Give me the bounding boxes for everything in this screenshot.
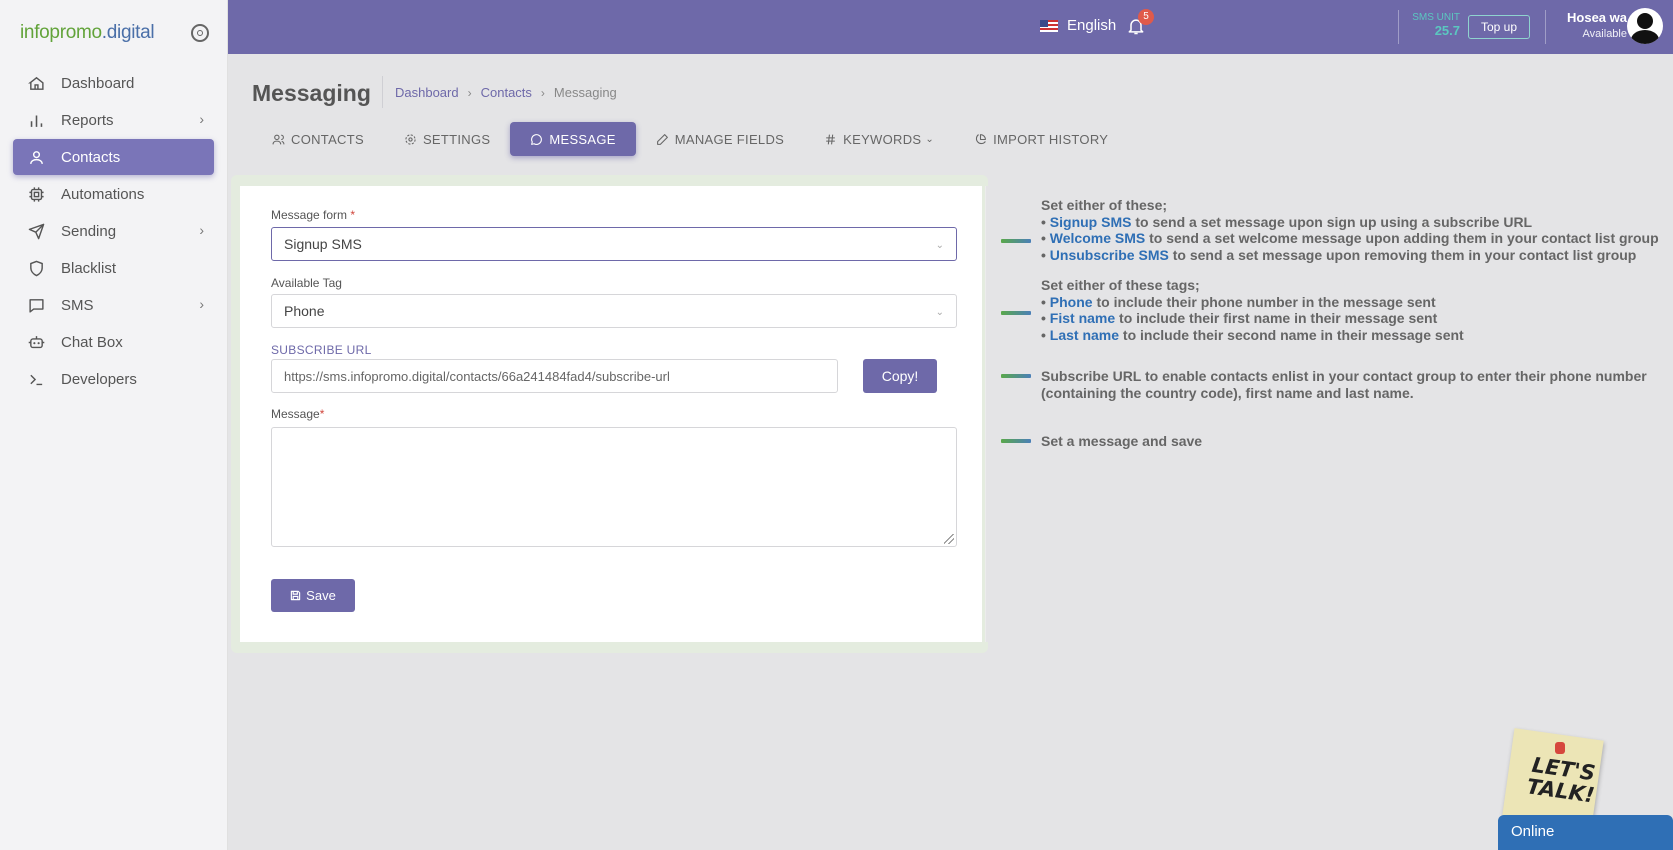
tab-contacts[interactable]: CONTACTS [262,122,384,156]
help-available-tag: Set either of these tags; • Phone to inc… [1001,277,1464,343]
help-marker [1001,374,1031,378]
chevron-down-icon: ⌄ [925,133,935,145]
breadcrumb-contacts[interactable]: Contacts [481,85,532,100]
user-icon [27,148,45,166]
help-message-form: Set either of these; • Signup SMS to sen… [1001,197,1659,263]
sidebar: infopromo.digital Dashboard Reports › Co… [0,0,228,850]
tab-settings[interactable]: SETTINGS [384,122,510,156]
tab-keywords[interactable]: KEYWORDS ⌄ [804,122,954,156]
gear-icon [404,133,417,146]
sidebar-item-developers[interactable]: Developers [13,361,214,397]
breadcrumb-current: Messaging [553,85,617,100]
pin-icon [1555,742,1565,754]
message-form-select[interactable]: Signup SMS ⌄ [271,227,957,261]
cpu-icon [27,185,45,203]
home-icon [27,74,45,92]
save-icon [290,590,301,601]
chat-note-text[interactable]: LET'S TALK! [1525,753,1599,808]
subscribe-url-label: SUBSCRIBE URL [271,343,372,357]
message-circle-icon [530,133,543,146]
sms-unit-balance: SMS UNIT 25.7 [1412,12,1460,38]
chevron-right-icon: › [199,222,204,238]
message-label: Message* [271,407,325,421]
sidebar-item-reports[interactable]: Reports › [13,102,214,138]
help-subscribe-url: Subscribe URL to enable contacts enlist … [1001,368,1661,401]
sidebar-item-sending[interactable]: Sending › [13,213,214,249]
chevron-right-icon: › [540,85,545,100]
subscribe-url-input[interactable]: https://sms.infopromo.digital/contacts/6… [271,359,838,393]
chat-status-bar[interactable]: Online [1498,815,1673,850]
topbar-divider [1545,10,1546,44]
title-divider [382,76,383,108]
tab-import-history[interactable]: IMPORT HISTORY [954,122,1128,156]
tab-manage-fields[interactable]: MANAGE FIELDS [636,122,804,156]
brand-logo[interactable]: infopromo.digital [20,22,155,44]
available-tag-label: Available Tag [271,276,342,290]
breadcrumb: Dashboard › Contacts › Messaging [395,85,617,100]
tab-message[interactable]: MESSAGE [510,122,636,156]
pencil-icon [656,133,669,146]
avatar[interactable] [1627,8,1663,44]
top-up-button[interactable]: Top up [1468,15,1530,39]
sidebar-item-sms[interactable]: SMS › [13,287,214,323]
language-selector[interactable]: English [1040,17,1116,34]
message-form-label: Message form * [271,208,356,222]
us-flag-icon [1040,19,1058,32]
message-textarea[interactable] [271,427,957,547]
sidebar-item-contacts[interactable]: Contacts [13,139,214,175]
chevron-right-icon: › [467,85,472,100]
help-marker [1001,439,1031,443]
available-tag-select[interactable]: Phone ⌄ [271,294,957,328]
user-info[interactable]: Hosea wa Available [1547,10,1627,40]
tabs: CONTACTS SETTINGS MESSAGE MANAGE FIELDS … [262,122,1128,156]
sidebar-nav: Dashboard Reports › Contacts Automations… [0,65,227,397]
help-marker [1001,311,1031,315]
notification-badge: 5 [1138,9,1154,25]
sidebar-item-automations[interactable]: Automations [13,176,214,212]
chevron-down-icon: ⌄ [935,307,944,318]
brand: infopromo.digital [0,0,227,65]
chevron-right-icon: › [199,296,204,312]
chevron-down-icon: ⌄ [935,240,944,251]
resize-handle-icon[interactable] [944,534,954,544]
sidebar-item-blacklist[interactable]: Blacklist [13,250,214,286]
help-message: Set a message and save [1001,433,1202,450]
users-icon [272,133,285,146]
sidebar-item-chat-box[interactable]: Chat Box [13,324,214,360]
copy-button[interactable]: Copy! [863,359,937,393]
bar-chart-icon [27,111,45,129]
sidebar-toggle-icon[interactable] [191,23,209,42]
breadcrumb-dashboard[interactable]: Dashboard [395,85,459,100]
help-marker [1001,239,1031,243]
page-title: Messaging [252,80,371,106]
robot-icon [27,333,45,351]
shield-icon [27,259,45,277]
topbar-divider [1398,10,1399,44]
save-button[interactable]: Save [271,579,355,612]
chevron-right-icon: › [199,111,204,127]
pie-chart-icon [974,133,987,146]
terminal-icon [27,370,45,388]
message-square-icon [27,296,45,314]
sidebar-item-dashboard[interactable]: Dashboard [13,65,214,101]
hash-icon [824,133,837,146]
send-icon [27,222,45,240]
